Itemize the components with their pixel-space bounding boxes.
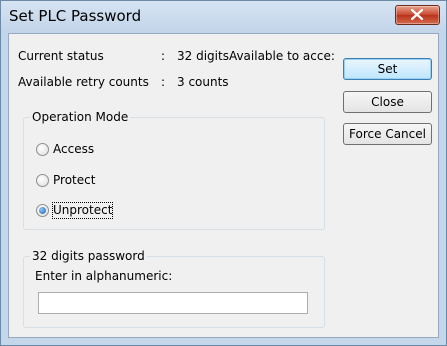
password-group-title: 32 digits password — [30, 249, 147, 263]
close-icon — [411, 9, 423, 20]
dialog-body: Current status : 32 digitsAvailable to a… — [8, 33, 439, 338]
set-button[interactable]: Set — [343, 58, 432, 80]
retry-count-separator: : — [161, 75, 166, 89]
password-input[interactable] — [38, 292, 308, 314]
current-status-label: Current status — [18, 49, 104, 63]
operation-mode-group: Operation Mode Access Protect Unprotect — [23, 110, 325, 230]
password-prompt: Enter in alphanumeric: — [35, 269, 173, 283]
window-title: Set PLC Password — [9, 7, 142, 25]
dialog-window: Set PLC Password Current status : 32 dig… — [0, 0, 447, 346]
radio-protect-label: Protect — [53, 173, 96, 187]
radio-button[interactable] — [36, 174, 49, 187]
retry-count-label: Available retry counts — [18, 75, 149, 89]
current-status-value: 32 digitsAvailable to acce: — [177, 49, 335, 63]
operation-mode-title: Operation Mode — [30, 110, 131, 124]
radio-button[interactable] — [36, 143, 49, 156]
window-close-button[interactable] — [395, 5, 440, 25]
radio-access-label: Access — [53, 142, 95, 156]
current-status-separator: : — [161, 49, 166, 63]
radio-unprotect-label: Unprotect — [51, 202, 114, 219]
close-button[interactable]: Close — [343, 91, 432, 113]
force-cancel-button[interactable]: Force Cancel — [343, 123, 432, 145]
title-bar[interactable]: Set PLC Password — [1, 1, 446, 33]
radio-button-selected[interactable] — [36, 204, 49, 217]
radio-selected-dot — [39, 207, 46, 214]
password-group: 32 digits password Enter in alphanumeric… — [23, 249, 325, 328]
retry-count-value: 3 counts — [177, 75, 229, 89]
